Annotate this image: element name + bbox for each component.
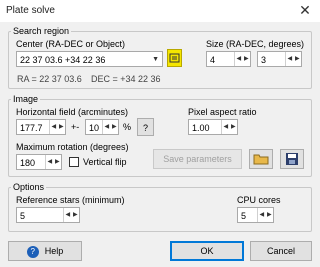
arrow-left-icon[interactable]: ◀ — [235, 52, 243, 66]
pixel-ratio-label: Pixel aspect ratio — [188, 107, 257, 117]
arrow-right-icon[interactable]: ▶ — [294, 52, 302, 66]
help-question-button[interactable]: ? — [137, 118, 154, 136]
size-ra-stepper[interactable]: ◀ ▶ — [234, 52, 250, 66]
hfield-value: 177.7 — [20, 123, 43, 133]
arrow-right-icon[interactable]: ▶ — [266, 208, 274, 222]
arrow-right-icon[interactable]: ▶ — [230, 120, 238, 134]
vertical-flip-checkbox[interactable] — [69, 157, 79, 167]
arrow-right-icon[interactable]: ▶ — [54, 155, 62, 169]
arrow-left-icon[interactable]: ◀ — [50, 120, 58, 134]
search-region-legend: Search region — [11, 26, 72, 36]
tolerance-value: 10 — [89, 123, 100, 133]
cpu-cores-label: CPU cores — [237, 195, 281, 205]
size-ra-value: 4 — [210, 55, 216, 65]
arrow-left-icon[interactable]: ◀ — [286, 52, 294, 66]
max-rotation-spinner[interactable]: 180 ◀ ▶ — [16, 154, 62, 170]
catalog-icon — [169, 53, 180, 63]
vertical-flip-label: Vertical flip — [83, 157, 127, 167]
save-parameters-button[interactable]: Save parameters — [153, 149, 242, 169]
arrow-right-icon[interactable]: ▶ — [58, 120, 66, 134]
tolerance-stepper[interactable]: ◀ ▶ — [102, 120, 118, 134]
tolerance-prefix: +- — [71, 122, 80, 132]
close-icon[interactable]: ✕ — [297, 2, 313, 18]
ok-button[interactable]: OK — [170, 241, 244, 261]
arrow-right-icon[interactable]: ▶ — [72, 208, 80, 222]
save-file-button[interactable] — [280, 149, 304, 169]
hfield-label: Horizontal field (arcminutes) — [16, 107, 129, 117]
size-ra-spinner[interactable]: 4 ◀ ▶ — [206, 51, 251, 67]
center-value: 22 37 03.6 +34 22 36 — [20, 55, 106, 65]
folder-icon — [253, 154, 269, 165]
dec-readout: DEC = +34 22 36 — [91, 74, 161, 84]
pixel-ratio-value: 1.00 — [192, 123, 210, 133]
arrow-left-icon[interactable]: ◀ — [64, 208, 72, 222]
resolve-object-button[interactable] — [167, 49, 182, 67]
tolerance-unit: % — [123, 122, 132, 132]
max-rotation-stepper[interactable]: ◀ ▶ — [45, 155, 61, 169]
help-label: Help — [44, 246, 64, 256]
cpu-cores-value: 5 — [241, 211, 247, 221]
ra-readout: RA = 22 37 03.6 — [17, 74, 82, 84]
center-combobox[interactable]: 22 37 03.6 +34 22 36 ▼ — [16, 51, 163, 67]
ref-stars-spinner[interactable]: 5 ◀ ▶ — [16, 207, 80, 223]
max-rotation-value: 180 — [20, 158, 36, 168]
size-dec-value: 3 — [261, 55, 267, 65]
ref-stars-stepper[interactable]: ◀ ▶ — [63, 208, 79, 222]
arrow-left-icon[interactable]: ◀ — [258, 208, 266, 222]
arrow-right-icon[interactable]: ▶ — [243, 52, 251, 66]
window-title: Plate solve — [6, 5, 55, 16]
pixel-ratio-stepper[interactable]: ◀ ▶ — [221, 120, 237, 134]
cancel-button[interactable]: Cancel — [250, 241, 312, 261]
tolerance-spinner[interactable]: 10 ◀ ▶ — [85, 119, 119, 135]
size-label: Size (RA-DEC, degrees) — [206, 39, 305, 49]
help-icon: ? — [26, 245, 39, 258]
size-dec-spinner[interactable]: 3 ◀ ▶ — [257, 51, 302, 67]
arrow-left-icon[interactable]: ◀ — [222, 120, 230, 134]
chevron-down-icon[interactable]: ▼ — [152, 55, 159, 64]
hfield-stepper[interactable]: ◀ ▶ — [49, 120, 65, 134]
hfield-spinner[interactable]: 177.7 ◀ ▶ — [16, 119, 66, 135]
cpu-cores-stepper[interactable]: ◀ ▶ — [257, 208, 273, 222]
image-legend: Image — [11, 94, 41, 104]
arrow-right-icon[interactable]: ▶ — [111, 120, 119, 134]
ref-stars-value: 5 — [20, 211, 26, 221]
ref-stars-label: Reference stars (minimum) — [16, 195, 125, 205]
floppy-disk-icon — [286, 153, 298, 165]
cpu-cores-spinner[interactable]: 5 ◀ ▶ — [237, 207, 274, 223]
arrow-left-icon[interactable]: ◀ — [103, 120, 111, 134]
open-folder-button[interactable] — [249, 149, 273, 169]
max-rotation-label: Maximum rotation (degrees) — [16, 142, 129, 152]
center-label: Center (RA-DEC or Object) — [16, 39, 126, 49]
pixel-ratio-spinner[interactable]: 1.00 ◀ ▶ — [188, 119, 238, 135]
options-legend: Options — [11, 182, 47, 192]
size-dec-stepper[interactable]: ◀ ▶ — [285, 52, 301, 66]
help-button[interactable]: ? Help — [8, 241, 82, 261]
arrow-left-icon[interactable]: ◀ — [46, 155, 54, 169]
